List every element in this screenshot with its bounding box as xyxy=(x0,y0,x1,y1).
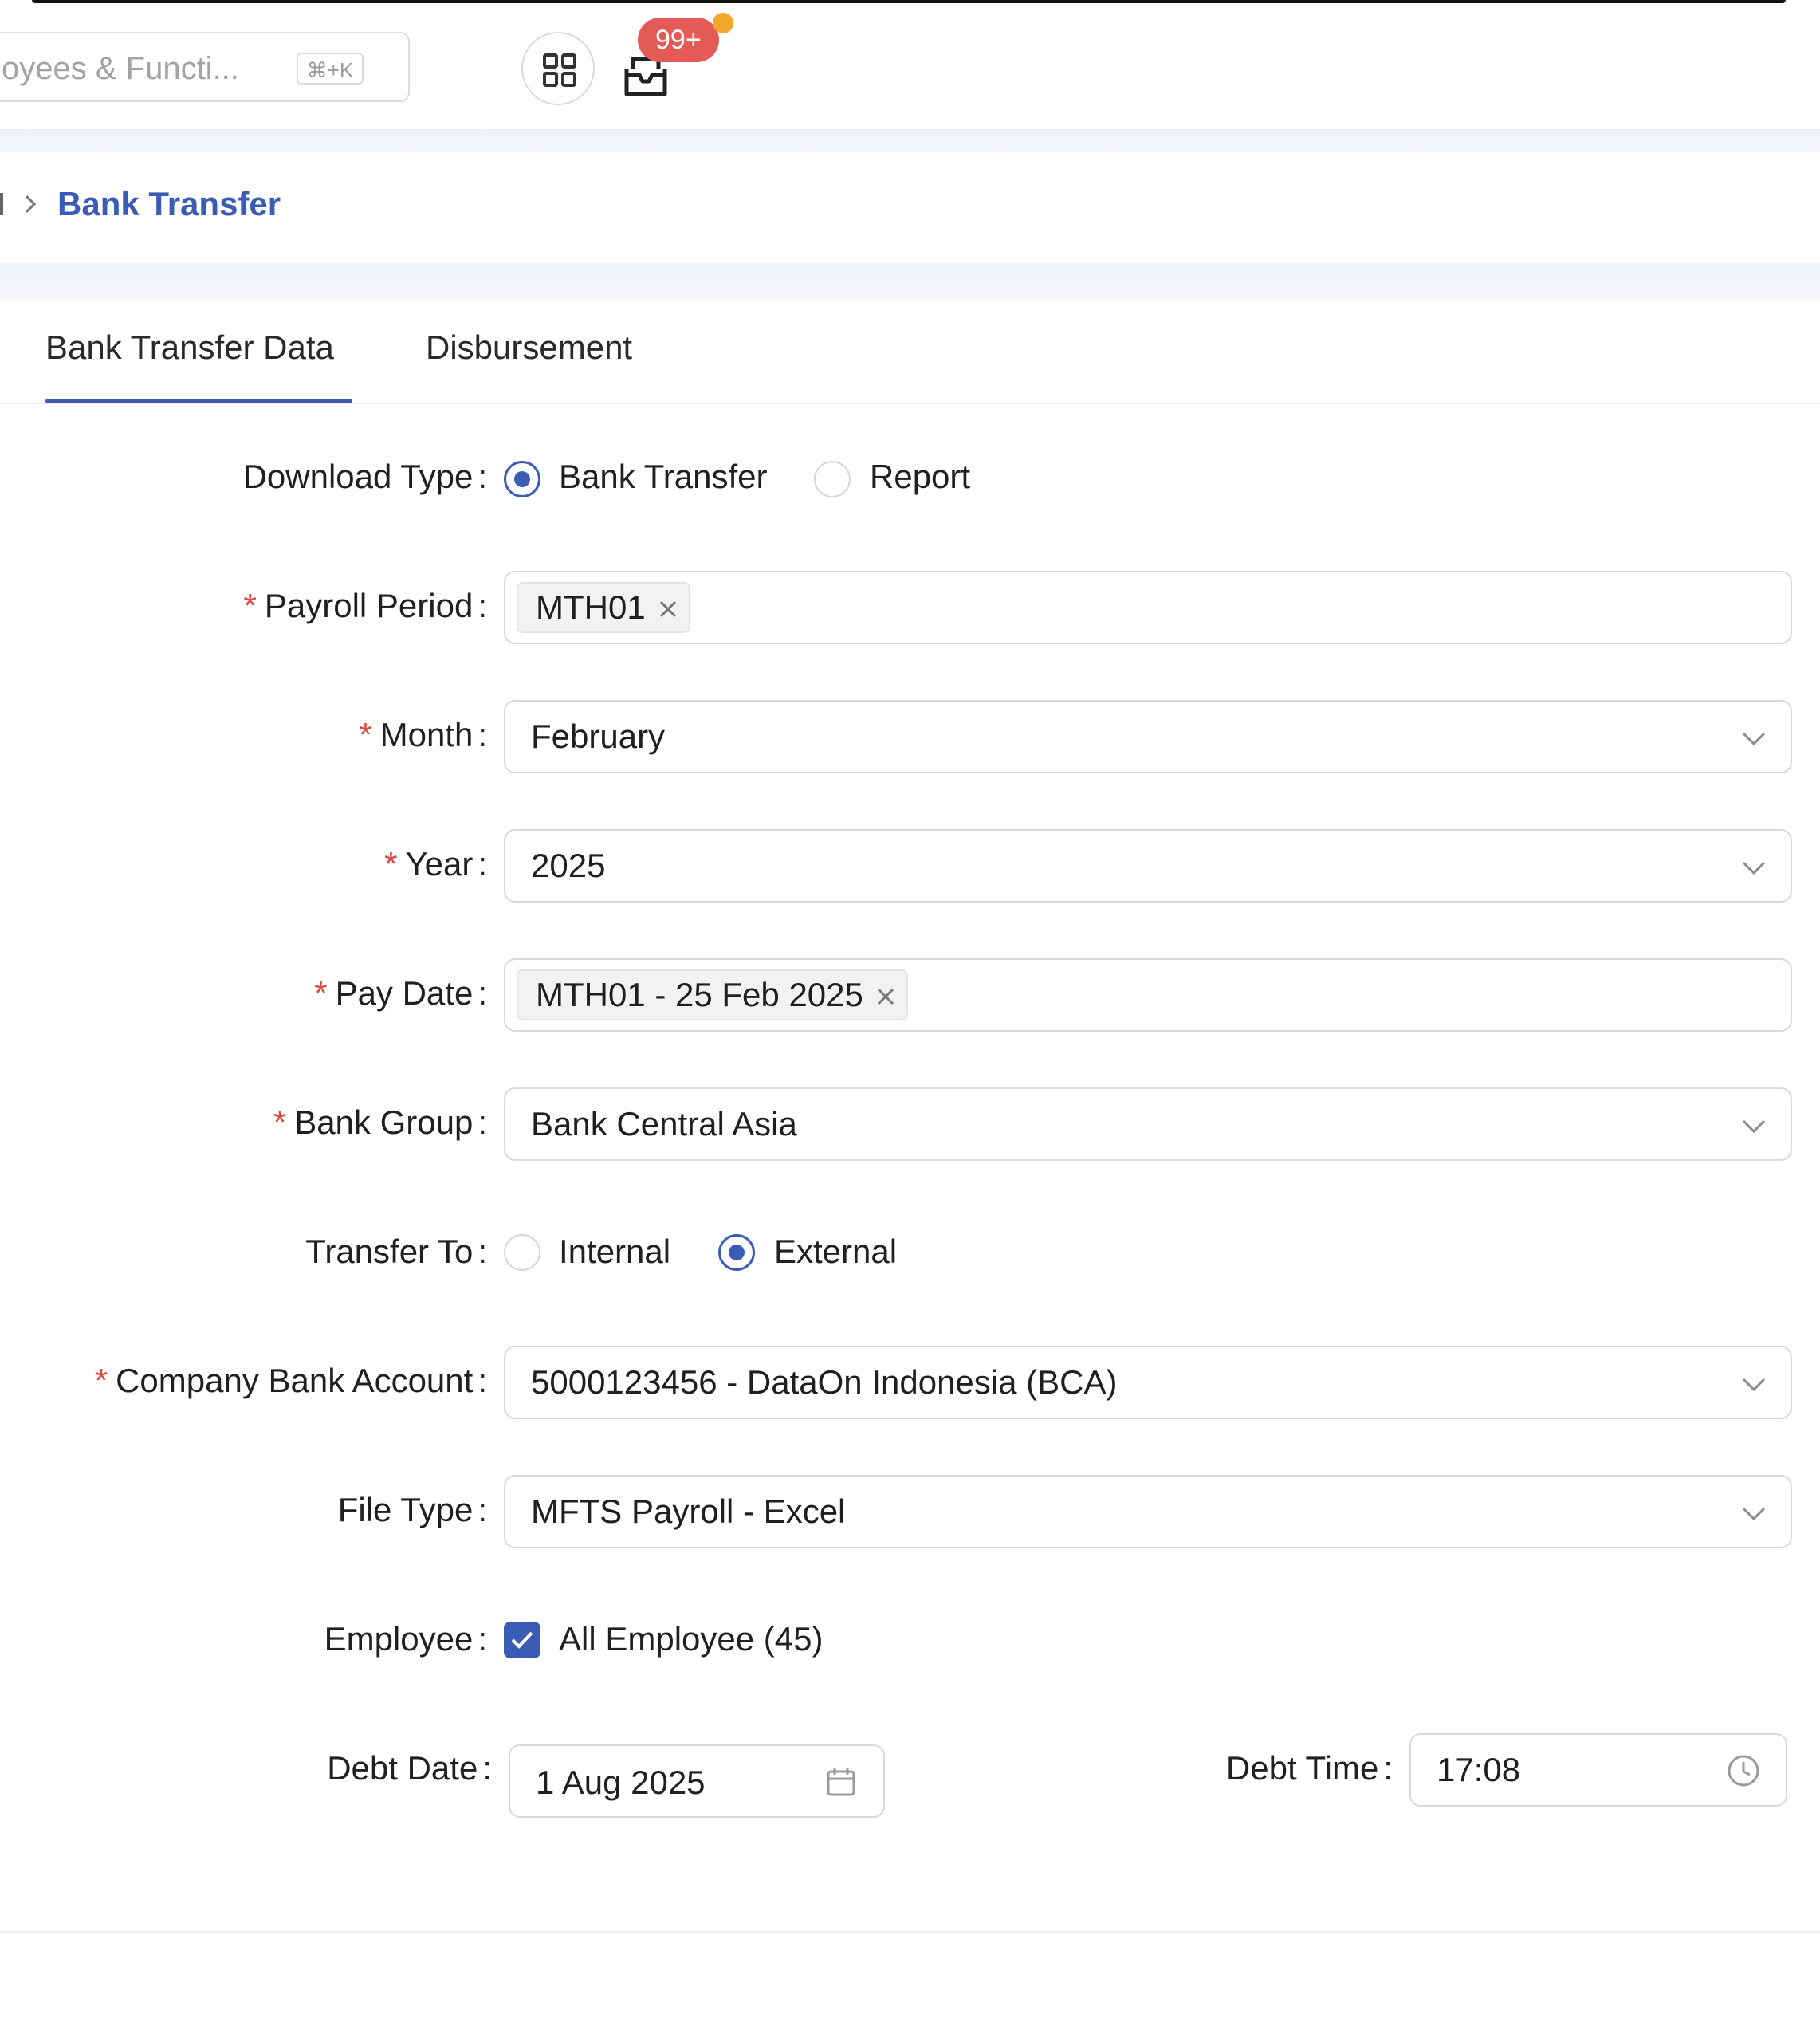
debt-time-label: Debt Time: xyxy=(1225,1749,1393,1787)
close-icon[interactable] xyxy=(658,600,678,619)
notification-badge: 99+ xyxy=(638,18,719,62)
chevron-down-icon xyxy=(1742,1378,1766,1392)
calendar-icon xyxy=(827,1768,855,1796)
pay-date-field[interactable]: MTH01 - 25 Feb 2025 xyxy=(504,958,1792,1032)
tab-bank-transfer-data[interactable]: Bank Transfer Data xyxy=(45,328,334,367)
pay-date-tag: MTH01 - 25 Feb 2025 xyxy=(517,969,908,1020)
app-grid-icon xyxy=(543,53,576,87)
bank-group-select[interactable]: Bank Central Asia xyxy=(504,1087,1792,1161)
search-placeholder: oyees & Functi... xyxy=(2,51,239,86)
notification-dot xyxy=(713,13,733,33)
company-bank-account-label: * Company Bank Account: xyxy=(94,1362,487,1399)
required-marker: * xyxy=(273,1103,287,1141)
top-bar: oyees & Functi... ⌘+K 99+ xyxy=(0,3,1820,129)
company-bank-account-select[interactable]: 5000123456 - DataOn Indonesia (BCA) xyxy=(504,1346,1792,1419)
payroll-period-field[interactable]: MTH01 xyxy=(504,571,1792,644)
breadcrumb-truncated-item[interactable] xyxy=(0,193,3,215)
radio-bank-transfer[interactable] xyxy=(504,461,540,497)
radio-report[interactable] xyxy=(814,461,851,497)
close-icon[interactable] xyxy=(876,987,895,1006)
payroll-period-tag: MTH01 xyxy=(517,582,690,633)
debt-time-picker[interactable]: 17:08 xyxy=(1409,1733,1787,1807)
company-bank-account-value: 5000123456 - DataOn Indonesia (BCA) xyxy=(531,1363,1118,1401)
download-type-label: Download Type: xyxy=(242,458,487,495)
year-select[interactable]: 2025 xyxy=(504,829,1792,903)
year-label: * Year: xyxy=(384,845,487,883)
radio-external-label[interactable]: External xyxy=(774,1233,897,1271)
check-icon xyxy=(511,1631,533,1649)
month-label: * Month: xyxy=(359,716,487,753)
month-value: February xyxy=(531,718,666,755)
required-marker: * xyxy=(243,587,257,624)
radio-report-label[interactable]: Report xyxy=(870,458,970,496)
file-type-select[interactable]: MFTS Payroll - Excel xyxy=(504,1475,1792,1548)
year-value: 2025 xyxy=(531,847,606,884)
form-bottom-divider xyxy=(0,1931,1820,1933)
file-type-value: MFTS Payroll - Excel xyxy=(531,1492,846,1530)
tab-bar-divider xyxy=(0,403,1820,404)
debt-date-value: 1 Aug 2025 xyxy=(536,1764,706,1801)
chevron-down-icon xyxy=(1742,1507,1766,1521)
required-marker: * xyxy=(359,716,372,753)
clock-icon xyxy=(1728,1755,1759,1787)
pay-date-label: * Pay Date: xyxy=(314,974,487,1012)
tab-disbursement[interactable]: Disbursement xyxy=(426,328,632,367)
chevron-down-icon xyxy=(1742,861,1766,875)
breadcrumb-current: Bank Transfer xyxy=(57,185,281,222)
app-grid-button[interactable] xyxy=(521,32,595,105)
bank-group-label: * Bank Group: xyxy=(273,1103,487,1141)
all-employee-checkbox[interactable] xyxy=(504,1622,540,1658)
payroll-period-label: * Payroll Period: xyxy=(243,587,488,624)
chevron-right-icon xyxy=(25,195,37,214)
content-divider-band xyxy=(0,263,1820,300)
all-employee-label[interactable]: All Employee (45) xyxy=(559,1620,823,1658)
payroll-period-tag-text: MTH01 xyxy=(536,588,646,626)
debt-date-picker[interactable]: 1 Aug 2025 xyxy=(509,1744,885,1818)
search-shortcut-hint: ⌘+K xyxy=(297,53,364,85)
required-marker: * xyxy=(314,974,328,1012)
radio-internal-label[interactable]: Internal xyxy=(559,1233,670,1271)
bank-group-value: Bank Central Asia xyxy=(531,1105,797,1142)
required-marker: * xyxy=(94,1362,108,1399)
debt-time-value: 17:08 xyxy=(1437,1751,1521,1788)
debt-date-label: Debt Date: xyxy=(327,1749,492,1787)
required-marker: * xyxy=(384,845,398,883)
radio-internal[interactable] xyxy=(504,1234,540,1271)
chevron-down-icon xyxy=(1742,732,1766,746)
search-input[interactable]: oyees & Functi... ⌘+K xyxy=(0,32,410,102)
transfer-to-label: Transfer To: xyxy=(305,1233,487,1270)
file-type-label: File Type: xyxy=(337,1491,487,1528)
radio-external[interactable] xyxy=(718,1234,755,1271)
header-divider-band xyxy=(0,129,1820,153)
month-select[interactable]: February xyxy=(504,700,1792,773)
employee-label: Employee: xyxy=(324,1620,487,1658)
radio-bank-transfer-label[interactable]: Bank Transfer xyxy=(559,458,767,496)
chevron-down-icon xyxy=(1742,1119,1766,1134)
pay-date-tag-text: MTH01 - 25 Feb 2025 xyxy=(536,976,863,1013)
